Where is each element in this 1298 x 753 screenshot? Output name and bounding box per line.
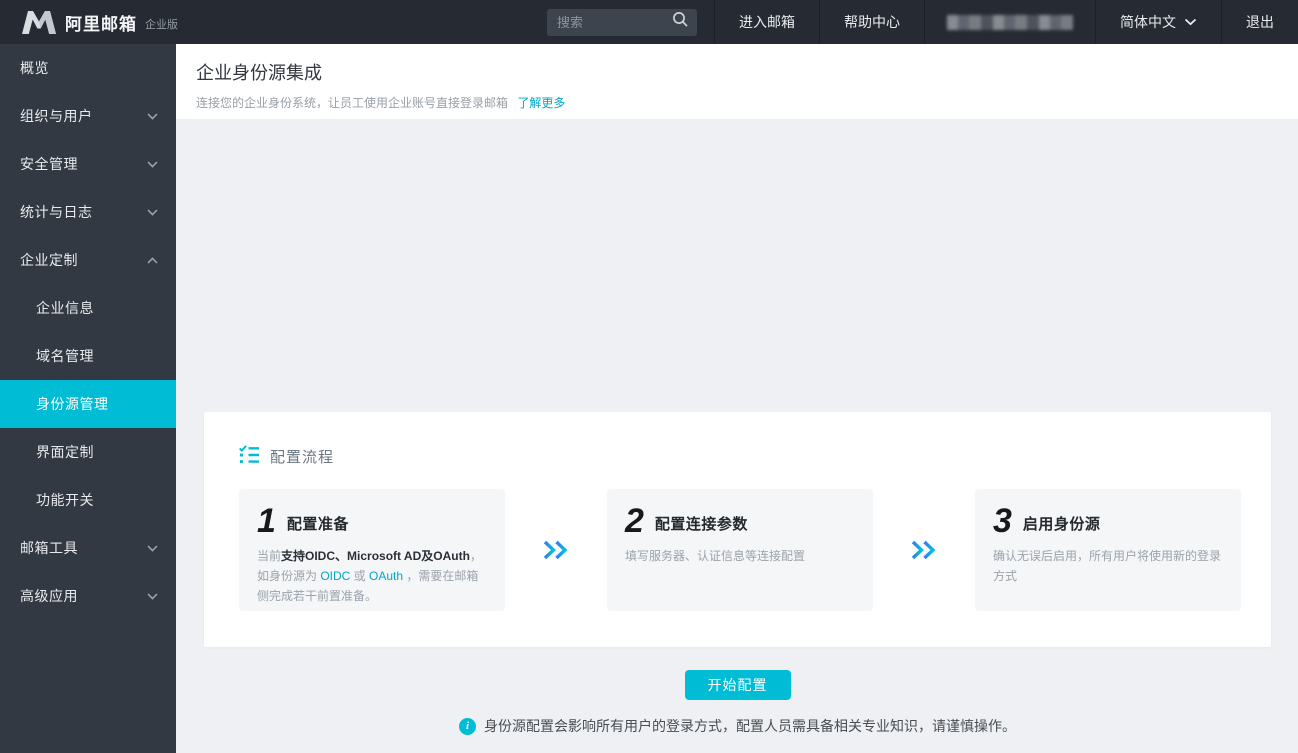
account-name-redacted[interactable] [924,0,1095,44]
topbar-menu: 进入邮箱 帮助中心 简体中文 退出 [714,0,1298,44]
step-description: 填写服务器、认证信息等连接配置 [625,546,857,566]
oauth-link[interactable]: OAuth [369,569,403,583]
step-title: 启用身份源 [1023,513,1101,534]
search-input[interactable] [557,15,672,30]
brand: 阿里邮箱 企业版 [0,10,178,35]
double-chevron-right-icon [911,539,937,561]
step-card-3: 3 启用身份源 确认无误后启用，所有用户将使用新的登录方式 [975,489,1241,611]
step-number: 2 [625,506,644,536]
step-number: 3 [993,506,1012,536]
step-description: 确认无误后启用，所有用户将使用新的登录方式 [993,546,1225,586]
step-title: 配置准备 [287,513,349,534]
sidebar-item-feature-switch[interactable]: 功能开关 [0,476,176,524]
sidebar-item-advanced-apps[interactable]: 高级应用 [0,572,176,620]
step-card-1: 1 配置准备 当前支持OIDC、Microsoft AD及OAuth，如身份源为… [239,489,505,611]
chevron-down-icon [1184,18,1197,26]
chevron-down-icon [147,209,158,216]
notice-text: 身份源配置会影响所有用户的登录方式，配置人员需具备相关专业知识，请谨慎操作。 [484,716,1016,736]
sidebar-item-enterprise-custom[interactable]: 企业定制 [0,236,176,284]
chevron-down-icon [147,113,158,120]
sidebar-item-identity-source[interactable]: 身份源管理 [0,380,176,428]
page-title: 企业身份源集成 [196,59,1278,85]
checklist-icon [239,445,259,468]
sidebar-item-domain-management[interactable]: 域名管理 [0,332,176,380]
oidc-link[interactable]: OIDC [320,569,350,583]
sidebar-item-enterprise-info[interactable]: 企业信息 [0,284,176,332]
main-content: 企业身份源集成 连接您的企业身份系统，让员工使用企业账号直接登录邮箱 了解更多 [176,44,1298,753]
sidebar-item-security[interactable]: 安全管理 [0,140,176,188]
step-arrow [873,489,975,611]
config-flow-card: 配置流程 1 配置准备 当前支持OIDC、Microsoft AD及OAuth，… [204,412,1271,647]
content-area: 配置流程 1 配置准备 当前支持OIDC、Microsoft AD及OAuth，… [176,119,1298,753]
flow-heading: 配置流程 [239,445,1241,468]
alimail-admin-console: 阿里邮箱 企业版 进入邮箱 帮助中心 简体中文 [0,0,1298,753]
learn-more-link[interactable]: 了解更多 [517,96,565,110]
page-header: 企业身份源集成 连接您的企业身份系统，让员工使用企业账号直接登录邮箱 了解更多 [176,44,1298,119]
chevron-down-icon [147,161,158,168]
sidebar-item-ui-custom[interactable]: 界面定制 [0,428,176,476]
notice-row: i 身份源配置会影响所有用户的登录方式，配置人员需具备相关专业知识，请谨慎操作。 [204,716,1271,736]
step-description: 当前支持OIDC、Microsoft AD及OAuth，如身份源为 OIDC 或… [257,546,489,606]
chevron-down-icon [147,593,158,600]
sidebar-item-org-users[interactable]: 组织与用户 [0,92,176,140]
search-box[interactable] [547,9,697,36]
topbar: 阿里邮箱 企业版 进入邮箱 帮助中心 简体中文 [0,0,1298,44]
help-center-link[interactable]: 帮助中心 [819,0,924,44]
step-arrow [505,489,607,611]
double-chevron-right-icon [543,539,569,561]
sidebar-item-mail-tools[interactable]: 邮箱工具 [0,524,176,572]
info-icon: i [459,718,476,735]
step-card-2: 2 配置连接参数 填写服务器、认证信息等连接配置 [607,489,873,611]
account-name-blur [947,15,1073,30]
step-title: 配置连接参数 [655,513,748,534]
language-selector[interactable]: 简体中文 [1095,0,1221,44]
sidebar-item-overview[interactable]: 概览 [0,44,176,92]
search-icon[interactable] [672,11,689,33]
brand-name: 阿里邮箱 [65,10,137,35]
enter-mailbox-link[interactable]: 进入邮箱 [714,0,819,44]
brand-edition: 企业版 [145,16,178,32]
step-number: 1 [257,506,276,536]
logout-link[interactable]: 退出 [1221,0,1298,44]
sidebar: 概览 组织与用户 安全管理 统计与日志 企业定制 企业信息 域名 [0,44,176,753]
alimail-logo-icon [22,10,56,34]
sidebar-item-stats-logs[interactable]: 统计与日志 [0,188,176,236]
chevron-up-icon [147,257,158,264]
language-label: 简体中文 [1120,12,1176,32]
start-config-button[interactable]: 开始配置 [685,670,791,700]
page-subtitle: 连接您的企业身份系统，让员工使用企业账号直接登录邮箱 [196,96,508,110]
steps-row: 1 配置准备 当前支持OIDC、Microsoft AD及OAuth，如身份源为… [239,489,1241,611]
chevron-down-icon [147,545,158,552]
